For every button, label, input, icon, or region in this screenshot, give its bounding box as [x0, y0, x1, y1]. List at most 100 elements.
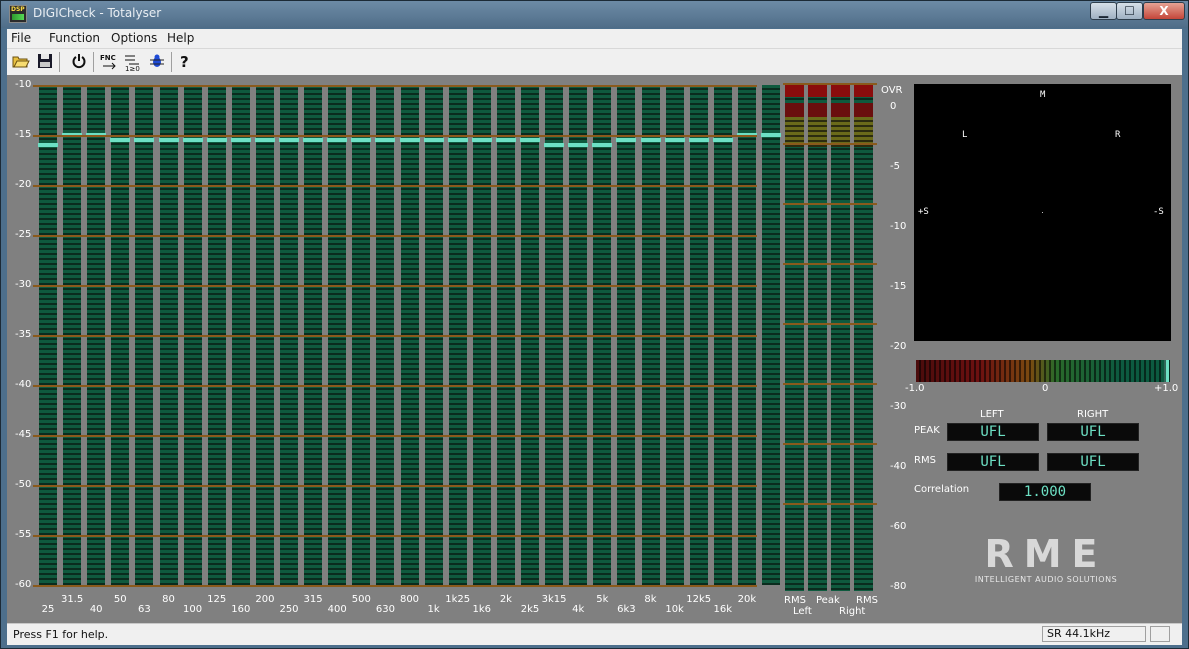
gonio-center-dot — [1042, 212, 1043, 213]
spectrum-y-tick-label: -60 — [15, 579, 32, 590]
power-icon[interactable] — [69, 52, 89, 72]
spectrum-level-marker — [303, 138, 324, 142]
rms-left-display: UFL — [947, 453, 1039, 471]
level-meter-red-zone — [831, 103, 850, 117]
menu-bar: File Function Options Help — [7, 29, 1182, 48]
spectrum-level-marker — [544, 143, 565, 147]
spectrum-level-marker — [182, 138, 203, 142]
app-icon-text: DSP — [11, 6, 25, 13]
app-icon[interactable]: DSP — [9, 5, 27, 23]
level-meter-grid-line — [783, 83, 877, 85]
maximize-button[interactable]: ☐ — [1116, 2, 1143, 20]
spectrum-level-marker — [230, 138, 251, 142]
spectrum-freq-label: 6k3 — [617, 604, 636, 615]
spectrum-level-marker — [495, 138, 516, 142]
spectrum-freq-label: 40 — [89, 604, 103, 615]
readout-peak-label: PEAK — [914, 425, 940, 436]
minimize-button[interactable]: ▁ — [1090, 2, 1117, 20]
level-meter-over-segment — [808, 85, 827, 97]
title-bar[interactable]: DSP DIGICheck - Totalyser ▁ ☐ X — [1, 1, 1188, 28]
spectrum-grid-line — [33, 585, 757, 587]
spectrum-level-marker — [423, 138, 444, 142]
level-meter-red-zone — [854, 103, 873, 117]
spectrum-freq-label: 630 — [375, 604, 395, 615]
rme-logo: RME INTELLIGENT AUDIO SOLUTIONS — [959, 535, 1133, 585]
spectrum-freq-label: 5k — [596, 594, 609, 605]
level-meter-grid-line — [783, 443, 877, 445]
save-icon[interactable] — [35, 52, 55, 72]
resize-grip[interactable] — [1150, 626, 1170, 642]
spectrum-level-marker — [688, 138, 709, 142]
level-meter-grid-line — [783, 323, 877, 325]
spectrum-freq-label: 2k5 — [520, 604, 540, 615]
level-meter-grid-line — [783, 503, 877, 505]
sort-icon[interactable]: 1≥0 — [123, 52, 143, 73]
gonio-label-l: L — [962, 130, 968, 140]
spectrum-level-marker — [158, 138, 179, 142]
menu-help[interactable]: Help — [167, 31, 194, 45]
spectrum-freq-label: 800 — [399, 594, 420, 605]
correlation-scale-min: -1.0 — [905, 383, 925, 394]
correlation-label: Correlation — [914, 484, 970, 495]
menu-file[interactable]: File — [11, 31, 31, 45]
level-meter-over-segment — [831, 85, 850, 97]
level-meter-red-zone — [808, 103, 827, 117]
gonio-label-plus-s: +S — [918, 207, 929, 217]
fnc-icon[interactable]: FNC — [99, 52, 119, 72]
spectrum-freq-label: 1k — [427, 604, 440, 615]
spectrum-freq-label: 63 — [138, 604, 151, 615]
logo-text: RME — [984, 532, 1108, 576]
level-meter-red-zone — [785, 103, 804, 117]
level-meter-column-label: RMS — [856, 595, 878, 606]
spectrum-level-marker — [399, 138, 420, 142]
level-meter-scale-label: -20 — [890, 341, 907, 352]
correlation-scale-max: +1.0 — [1154, 383, 1179, 394]
spectrum-level-marker — [616, 138, 637, 142]
spectrum-level-marker — [351, 138, 372, 142]
svg-text:?: ? — [180, 53, 189, 70]
spectrum-analyzer — [7, 75, 781, 623]
spectrum-level-marker — [134, 138, 155, 142]
spectrum-y-tick-label: -55 — [15, 529, 32, 540]
gonio-label-r: R — [1115, 130, 1121, 140]
spectrum-level-marker — [592, 143, 613, 147]
menu-options[interactable]: Options — [111, 31, 157, 45]
spectrum-level-marker — [327, 138, 348, 142]
spectrum-y-tick-label: -25 — [15, 229, 32, 240]
spectrum-level-marker — [206, 138, 227, 142]
level-meter-scale-label: -60 — [890, 521, 907, 532]
toolbar: FNC 1≥0 ? — [7, 48, 1182, 75]
spectrum-freq-label: 315 — [303, 594, 323, 605]
spectrum-freq-label: 3k15 — [541, 594, 567, 605]
spectrum-freq-label: 500 — [351, 594, 371, 605]
help-icon[interactable]: ? — [175, 52, 195, 72]
bug-icon[interactable] — [147, 52, 167, 72]
spectrum-level-marker — [761, 133, 781, 137]
spectrum-y-tick-label: -15 — [15, 129, 32, 140]
spectrum-grid-line — [33, 335, 757, 337]
spectrum-grid-line — [33, 385, 757, 387]
level-meter-scale-label: OVR — [881, 85, 903, 96]
status-sample-rate: SR 44.1kHz — [1042, 626, 1146, 642]
app-window: DSP DIGICheck - Totalyser ▁ ☐ X File Fun… — [0, 0, 1189, 649]
menu-function[interactable]: Function — [49, 31, 100, 45]
spectrum-level-marker — [279, 138, 299, 142]
readout-rms-label: RMS — [914, 455, 936, 466]
open-icon[interactable] — [11, 52, 31, 72]
spectrum-freq-label: 100 — [183, 604, 203, 615]
spectrum-freq-label: 400 — [327, 604, 347, 615]
spectrum-freq-label: 8k — [644, 594, 657, 605]
spectrum-freq-label: 20k — [737, 594, 757, 605]
spectrum-grid-line — [33, 435, 757, 437]
spectrum-freq-label: 10k — [665, 604, 684, 615]
toolbar-separator — [59, 52, 60, 72]
spectrum-y-tick-label: -10 — [15, 79, 32, 90]
spectrum-level-marker — [254, 138, 275, 142]
toolbar-separator — [171, 52, 172, 72]
close-button[interactable]: X — [1143, 2, 1185, 20]
spectrum-freq-label: 31.5 — [60, 594, 84, 605]
svg-text:1≥0: 1≥0 — [125, 65, 140, 72]
spectrum-freq-label: 50 — [113, 594, 127, 605]
goniometer: M L R +S -S — [914, 84, 1171, 341]
spectrum-y-tick-label: -50 — [15, 479, 32, 490]
